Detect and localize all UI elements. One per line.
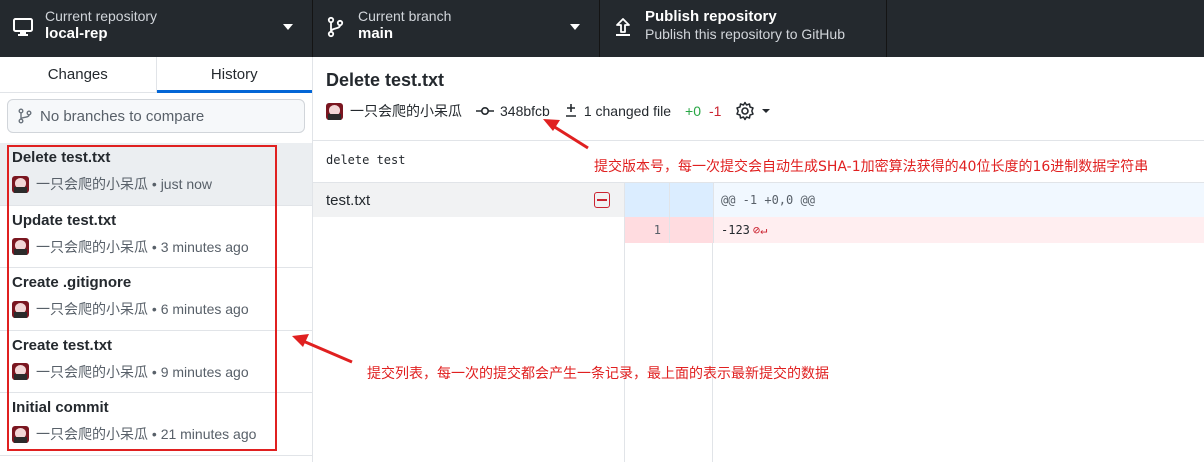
commit-icon [476, 106, 494, 116]
old-line-number: 1 [625, 217, 669, 243]
avatar [326, 102, 343, 120]
monitor-icon [13, 18, 33, 36]
commit-list-highlight-box [7, 145, 277, 451]
tab-changes[interactable]: Changes [0, 57, 156, 92]
publish-repository-button[interactable]: Publish repository Publish this reposito… [600, 0, 887, 57]
diff-options-button[interactable] [735, 101, 777, 121]
branch-icon [18, 108, 32, 124]
old-line-number [625, 183, 669, 217]
diff-view: @@ -1 +0,0 @@ 1 -123 ⊘↵ [625, 183, 1204, 462]
upload-icon [616, 18, 630, 36]
current-repository-dropdown[interactable]: Current repository local-rep [0, 0, 313, 57]
repo-name: local-rep [45, 25, 108, 42]
new-line-number [669, 217, 713, 243]
sha-text: 348bfcb [500, 103, 550, 119]
commit-detail-pane: Delete test.txt 一只会爬的小呆瓜 348bfcb 1 chang… [313, 57, 1204, 462]
hunk-text: @@ -1 +0,0 @@ [713, 183, 815, 217]
chevron-down-icon [283, 24, 293, 30]
tab-history[interactable]: History [155, 57, 313, 93]
chevron-down-icon [570, 24, 580, 30]
publish-subtitle: Publish this repository to GitHub [645, 26, 845, 42]
additions-count: +0 [685, 103, 701, 119]
diff-line-text: -123 ⊘↵ [713, 217, 767, 243]
diff-line-deleted[interactable]: 1 -123 ⊘↵ [625, 217, 1204, 243]
file-deleted-icon [594, 192, 610, 208]
branch-name: main [358, 25, 394, 42]
repo-label: Current repository [45, 8, 158, 24]
changed-files-list: test.txt [313, 183, 625, 462]
no-newline-icon: ⊘↵ [752, 223, 768, 237]
commit-header: Delete test.txt 一只会爬的小呆瓜 348bfcb 1 chang… [313, 57, 1204, 141]
deletions-count: -1 [708, 103, 722, 119]
diff-hunk-header: @@ -1 +0,0 @@ [625, 183, 1204, 217]
commit-summary: Delete test.txt [326, 70, 445, 90]
branch-label: Current branch [358, 8, 452, 24]
toolbar: Current repository local-rep Current bra… [0, 0, 1204, 57]
new-line-number [669, 183, 713, 217]
gear-icon [736, 101, 755, 121]
sha-annotation: 提交版本号，每一次提交会自动生成SHA-1加密算法获得的40位长度的16进制数据… [594, 159, 1149, 175]
tab-bar: Changes History [0, 57, 312, 93]
changed-files-count: 1 changed file [583, 103, 672, 119]
compare-placeholder: No branches to compare [40, 107, 205, 125]
branch-compare-input[interactable]: No branches to compare [7, 99, 305, 133]
diff-icon [565, 104, 576, 117]
current-branch-dropdown[interactable]: Current branch main [313, 0, 600, 57]
commit-sha[interactable]: 348bfcb [476, 103, 550, 119]
file-name: test.txt [326, 191, 371, 209]
chevron-down-icon [762, 109, 771, 113]
file-item[interactable]: test.txt [313, 183, 624, 217]
commit-list-annotation: 提交列表，每一次的提交都会产生一条记录，最上面的表示最新提交的数据 [367, 366, 829, 382]
diff-line-content: -123 [721, 223, 750, 237]
publish-title: Publish repository [645, 8, 777, 25]
commit-author: 一只会爬的小呆瓜 [350, 103, 462, 119]
branch-icon [327, 16, 344, 38]
diff-gutter [625, 243, 713, 462]
